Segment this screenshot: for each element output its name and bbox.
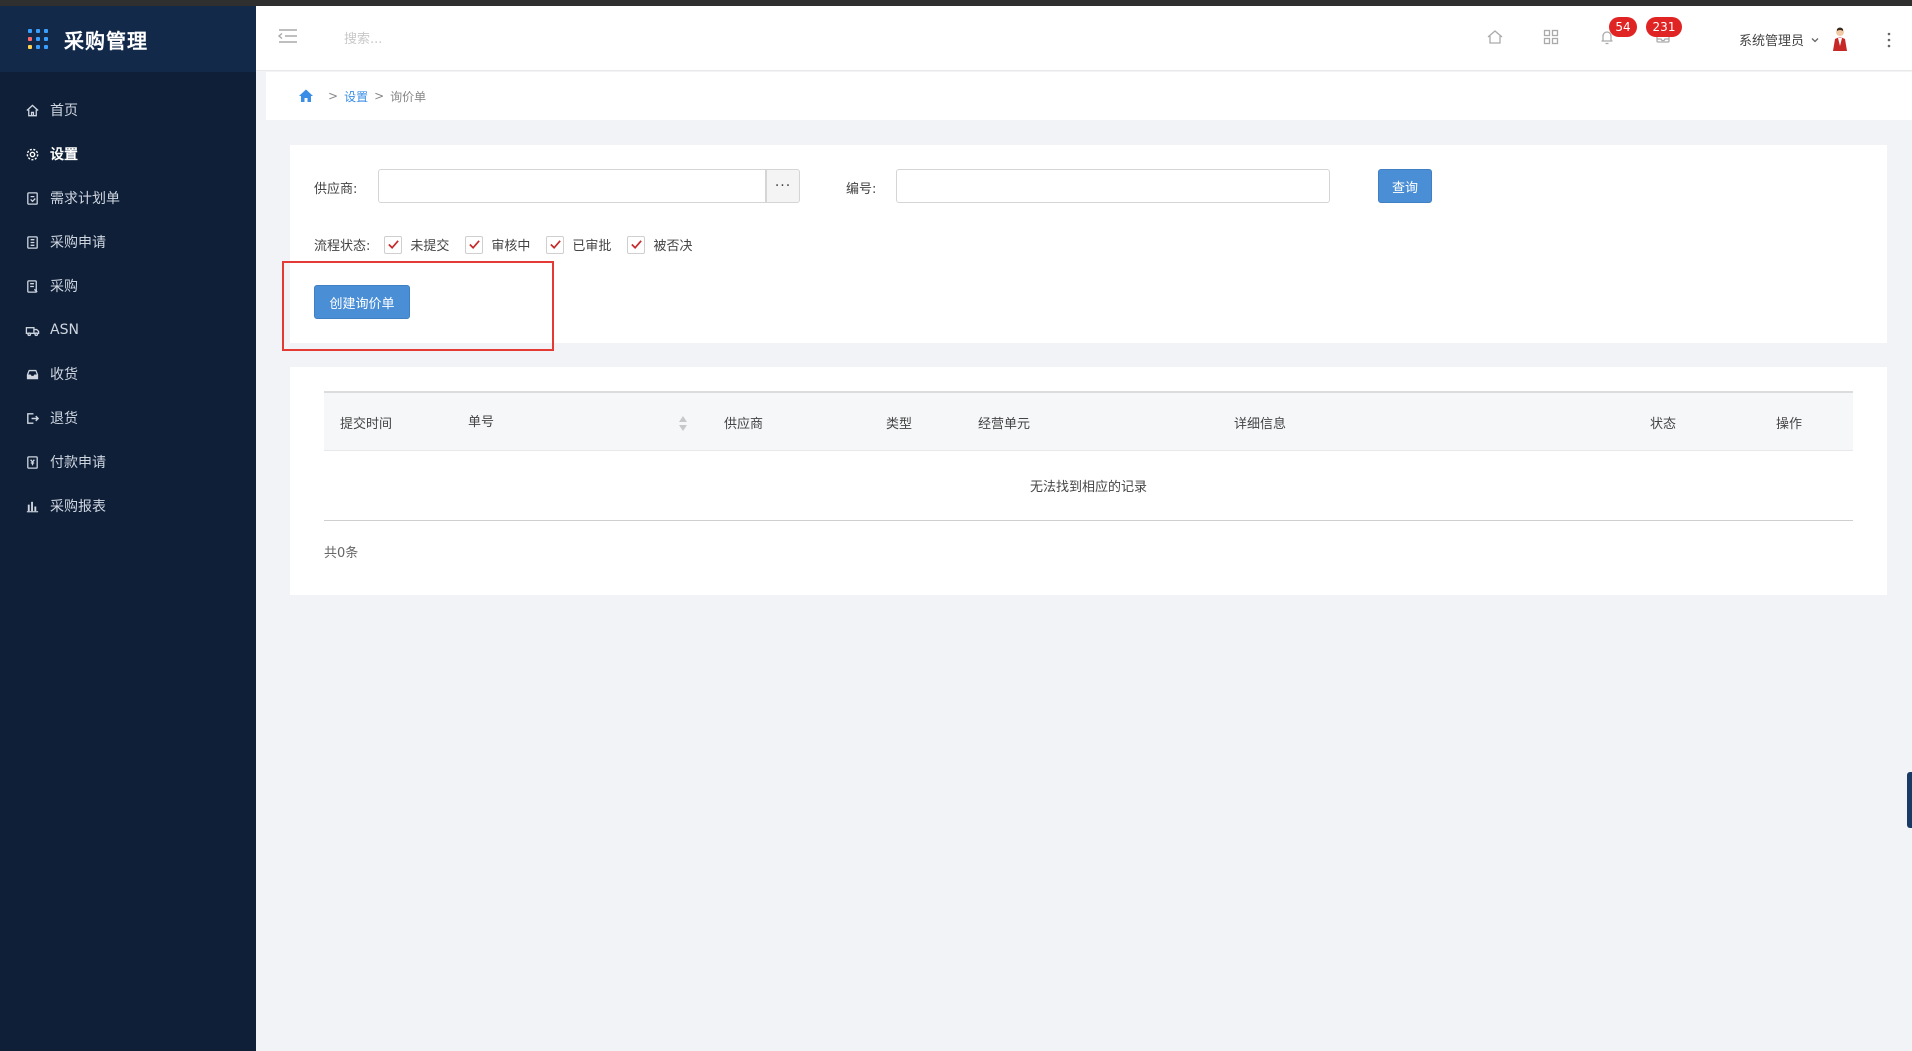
checkbox-approved[interactable] bbox=[546, 235, 565, 254]
more-vertical-icon[interactable] bbox=[1886, 32, 1892, 48]
sidebar-item-label: 收货 bbox=[50, 367, 78, 383]
user-menu[interactable]: 系统管理员 bbox=[1739, 26, 1850, 52]
plan-doc-icon bbox=[24, 190, 40, 206]
query-button[interactable]: 查询 bbox=[1378, 169, 1432, 203]
sidebar-item-label: 采购申请 bbox=[50, 235, 106, 251]
breadcrumb-current: 询价单 bbox=[390, 89, 427, 104]
bar-chart-icon bbox=[24, 498, 40, 514]
sidebar: 采购管理 首页 设置 需求计划单 采购申请 采购 ASN 收货 退货 付款申请 … bbox=[0, 6, 256, 1051]
sidebar-item-label: 采购 bbox=[50, 279, 78, 295]
gear-icon bbox=[24, 146, 40, 162]
sidebar-item-demand-plan[interactable]: 需求计划单 bbox=[0, 176, 256, 220]
sidebar-item-label: ASN bbox=[50, 322, 79, 338]
ellipsis-icon: ··· bbox=[774, 178, 792, 194]
column-header-type[interactable]: 类型 bbox=[886, 413, 912, 432]
checkbox-unsubmitted[interactable] bbox=[384, 235, 403, 254]
status-option-unsubmitted[interactable]: 未提交 bbox=[384, 235, 449, 254]
sidebar-item-label: 退货 bbox=[50, 411, 78, 427]
supplier-label: 供应商: bbox=[314, 182, 358, 197]
sidebar-item-purchase-request[interactable]: 采购申请 bbox=[0, 220, 256, 264]
column-header-details[interactable]: 详细信息 bbox=[1234, 413, 1286, 432]
check-icon bbox=[550, 240, 561, 249]
sort-icon[interactable] bbox=[678, 413, 688, 433]
return-icon bbox=[24, 410, 40, 426]
status-filter-row: 流程状态: 未提交 审核中 已审批 被否决 bbox=[314, 235, 708, 254]
sidebar-item-settings[interactable]: 设置 bbox=[0, 132, 256, 176]
message-badge: 231 bbox=[1646, 17, 1682, 37]
truck-icon bbox=[24, 322, 40, 338]
sidebar-item-label: 需求计划单 bbox=[50, 191, 120, 207]
checkbox-rejected[interactable] bbox=[627, 235, 646, 254]
sidebar-item-return[interactable]: 退货 bbox=[0, 396, 256, 440]
table-header: 提交时间 单号 供应商 类型 经营单元 详细信息 状态 操作 bbox=[324, 393, 1853, 451]
side-scroll-handle[interactable] bbox=[1907, 772, 1912, 828]
breadcrumb-settings-link[interactable]: 设置 bbox=[344, 88, 368, 105]
sidebar-item-label: 首页 bbox=[50, 103, 78, 119]
supplier-input[interactable] bbox=[378, 169, 766, 203]
breadcrumb-separator: > bbox=[374, 89, 385, 103]
notification-badge: 54 bbox=[1609, 17, 1637, 37]
check-icon bbox=[631, 240, 642, 249]
breadcrumb: > 设置 > 询价单 bbox=[266, 72, 1912, 120]
sidebar-item-purchase[interactable]: 采购 bbox=[0, 264, 256, 308]
column-header-business-unit[interactable]: 经营单元 bbox=[978, 413, 1030, 432]
status-option-label: 审核中 bbox=[491, 239, 531, 254]
supplier-picker-button[interactable]: ··· bbox=[766, 169, 800, 203]
status-option-reviewing[interactable]: 审核中 bbox=[465, 235, 530, 254]
status-option-label: 已审批 bbox=[572, 239, 612, 254]
column-header-actions[interactable]: 操作 bbox=[1776, 413, 1802, 432]
filter-panel: 供应商: ··· 编号: 查询 流程状态: 未提交 审核中 已审批 被否决 创建… bbox=[282, 145, 1887, 351]
sidebar-item-receiving[interactable]: 收货 bbox=[0, 352, 256, 396]
sidebar-item-purchase-report[interactable]: 采购报表 bbox=[0, 484, 256, 528]
status-option-rejected[interactable]: 被否决 bbox=[627, 235, 692, 254]
sidebar-item-label: 采购报表 bbox=[50, 499, 106, 515]
status-option-approved[interactable]: 已审批 bbox=[546, 235, 611, 254]
column-header-order-no[interactable]: 单号 bbox=[468, 411, 494, 430]
code-label: 编号: bbox=[846, 182, 877, 197]
notification-bell-icon[interactable]: 54 bbox=[1598, 17, 1637, 46]
avatar[interactable] bbox=[1830, 26, 1850, 52]
purchase-doc-icon bbox=[24, 278, 40, 294]
status-option-label: 未提交 bbox=[410, 239, 450, 254]
results-table: 提交时间 单号 供应商 类型 经营单元 详细信息 状态 操作 无法找到相应的记录 bbox=[324, 391, 1853, 521]
code-input[interactable] bbox=[896, 169, 1330, 203]
menu-toggle-icon[interactable] bbox=[277, 28, 298, 44]
column-header-submit-time[interactable]: 提交时间 bbox=[340, 413, 392, 432]
sidebar-item-label: 设置 bbox=[50, 147, 78, 163]
column-header-status[interactable]: 状态 bbox=[1650, 413, 1676, 432]
request-doc-icon bbox=[24, 234, 40, 250]
chevron-down-icon bbox=[1810, 34, 1820, 44]
check-icon bbox=[469, 240, 480, 249]
search-input[interactable] bbox=[344, 28, 544, 50]
create-inquiry-button[interactable]: 创建询价单 bbox=[314, 285, 410, 319]
inbox-icon bbox=[24, 366, 40, 382]
breadcrumb-home-icon[interactable] bbox=[298, 88, 314, 104]
sidebar-menu: 首页 设置 需求计划单 采购申请 采购 ASN 收货 退货 付款申请 采购报表 bbox=[0, 88, 256, 528]
home-nav-icon[interactable] bbox=[1486, 28, 1504, 46]
apps-grid-icon[interactable] bbox=[1542, 28, 1560, 46]
empty-table-message: 无法找到相应的记录 bbox=[324, 451, 1853, 521]
app-grid-icon bbox=[28, 29, 48, 49]
breadcrumb-separator: > bbox=[328, 89, 339, 103]
results-panel: 提交时间 单号 供应商 类型 经营单元 详细信息 状态 操作 无法找到相应的记录… bbox=[290, 367, 1887, 595]
brand[interactable]: 采购管理 bbox=[0, 6, 256, 72]
check-icon bbox=[388, 240, 399, 249]
column-header-supplier[interactable]: 供应商 bbox=[724, 413, 763, 432]
user-name: 系统管理员 bbox=[1739, 33, 1805, 49]
checkbox-reviewing[interactable] bbox=[465, 235, 484, 254]
sidebar-item-label: 付款申请 bbox=[50, 455, 106, 471]
message-icon[interactable]: 231 bbox=[1646, 17, 1682, 46]
top-header: 54 231 系统管理员 bbox=[256, 6, 1912, 71]
status-option-label: 被否决 bbox=[653, 239, 693, 254]
app-title: 采购管理 bbox=[64, 28, 148, 53]
home-icon bbox=[24, 102, 40, 118]
sidebar-item-payment-request[interactable]: 付款申请 bbox=[0, 440, 256, 484]
sidebar-item-home[interactable]: 首页 bbox=[0, 88, 256, 132]
sidebar-item-asn[interactable]: ASN bbox=[0, 308, 256, 352]
total-count: 共0条 bbox=[324, 546, 359, 561]
payment-icon bbox=[24, 454, 40, 470]
status-label: 流程状态: bbox=[314, 239, 371, 254]
